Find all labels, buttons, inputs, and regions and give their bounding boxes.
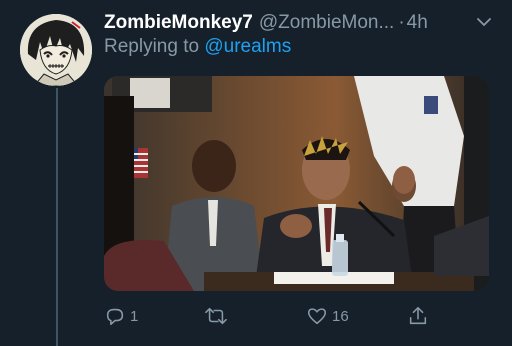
display-name[interactable]: ZombieMonkey7 <box>104 12 253 34</box>
like-count: 16 <box>332 307 349 325</box>
tweet-header: ZombieMonkey7 @ZombieMon... · 4h <box>104 10 504 36</box>
tweet-media-photo[interactable] <box>104 76 489 291</box>
avatar[interactable] <box>20 14 92 86</box>
reply-button[interactable]: 1 <box>104 304 138 328</box>
user-handle[interactable]: @ZombieMon... <box>259 12 394 34</box>
chevron-down-icon[interactable] <box>474 12 494 32</box>
separator: · <box>398 12 405 33</box>
reply-count: 1 <box>130 307 139 325</box>
like-button[interactable]: 16 <box>306 304 349 328</box>
heart-icon <box>307 308 327 325</box>
timestamp[interactable]: 4h <box>407 12 428 34</box>
tweet-actions: 1 16 <box>104 304 444 328</box>
reply-icon <box>106 308 124 326</box>
thread-line <box>56 88 58 346</box>
share-icon <box>409 306 427 325</box>
replying-to-label: Replying to <box>104 36 200 57</box>
retweet-icon <box>205 307 227 325</box>
avatar-image <box>20 14 92 86</box>
retweet-button[interactable] <box>204 304 232 328</box>
replying-to: Replying to @urealms <box>104 36 291 58</box>
courtroom-photo <box>104 76 489 291</box>
share-button[interactable] <box>407 304 429 328</box>
reply-user-link[interactable]: @urealms <box>204 36 291 57</box>
